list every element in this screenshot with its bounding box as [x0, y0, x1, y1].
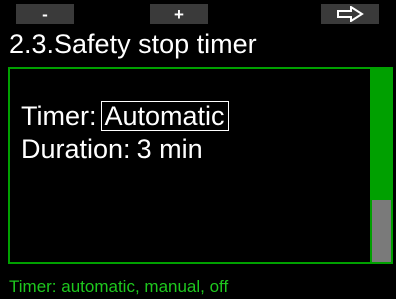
scrollbar-thumb[interactable] [372, 69, 391, 200]
settings-list: Timer: Automatic Duration: 3 min [10, 69, 369, 262]
plus-softkey-button[interactable]: + [150, 4, 208, 24]
duration-value[interactable]: 3 min [137, 134, 203, 164]
plus-softkey-label: + [174, 4, 184, 24]
minus-softkey-label: - [42, 4, 48, 24]
scrollbar[interactable] [370, 69, 391, 262]
duration-label: Duration: [21, 134, 131, 164]
help-text: Timer: automatic, manual, off [9, 277, 229, 296]
softkey-bar: - + [0, 0, 396, 26]
minus-softkey-button[interactable]: - [16, 4, 74, 24]
timer-value-selected[interactable]: Automatic [100, 101, 229, 131]
timer-label: Timer: [21, 101, 97, 131]
duration-setting-row[interactable]: Duration: 3 min [21, 134, 203, 164]
arrow-right-icon [336, 6, 364, 22]
next-softkey-button[interactable] [321, 4, 379, 24]
page-title: 2.3.Safety stop timer [9, 29, 257, 59]
timer-setting-row[interactable]: Timer: Automatic [21, 101, 229, 131]
settings-panel: Timer: Automatic Duration: 3 min [8, 67, 393, 264]
